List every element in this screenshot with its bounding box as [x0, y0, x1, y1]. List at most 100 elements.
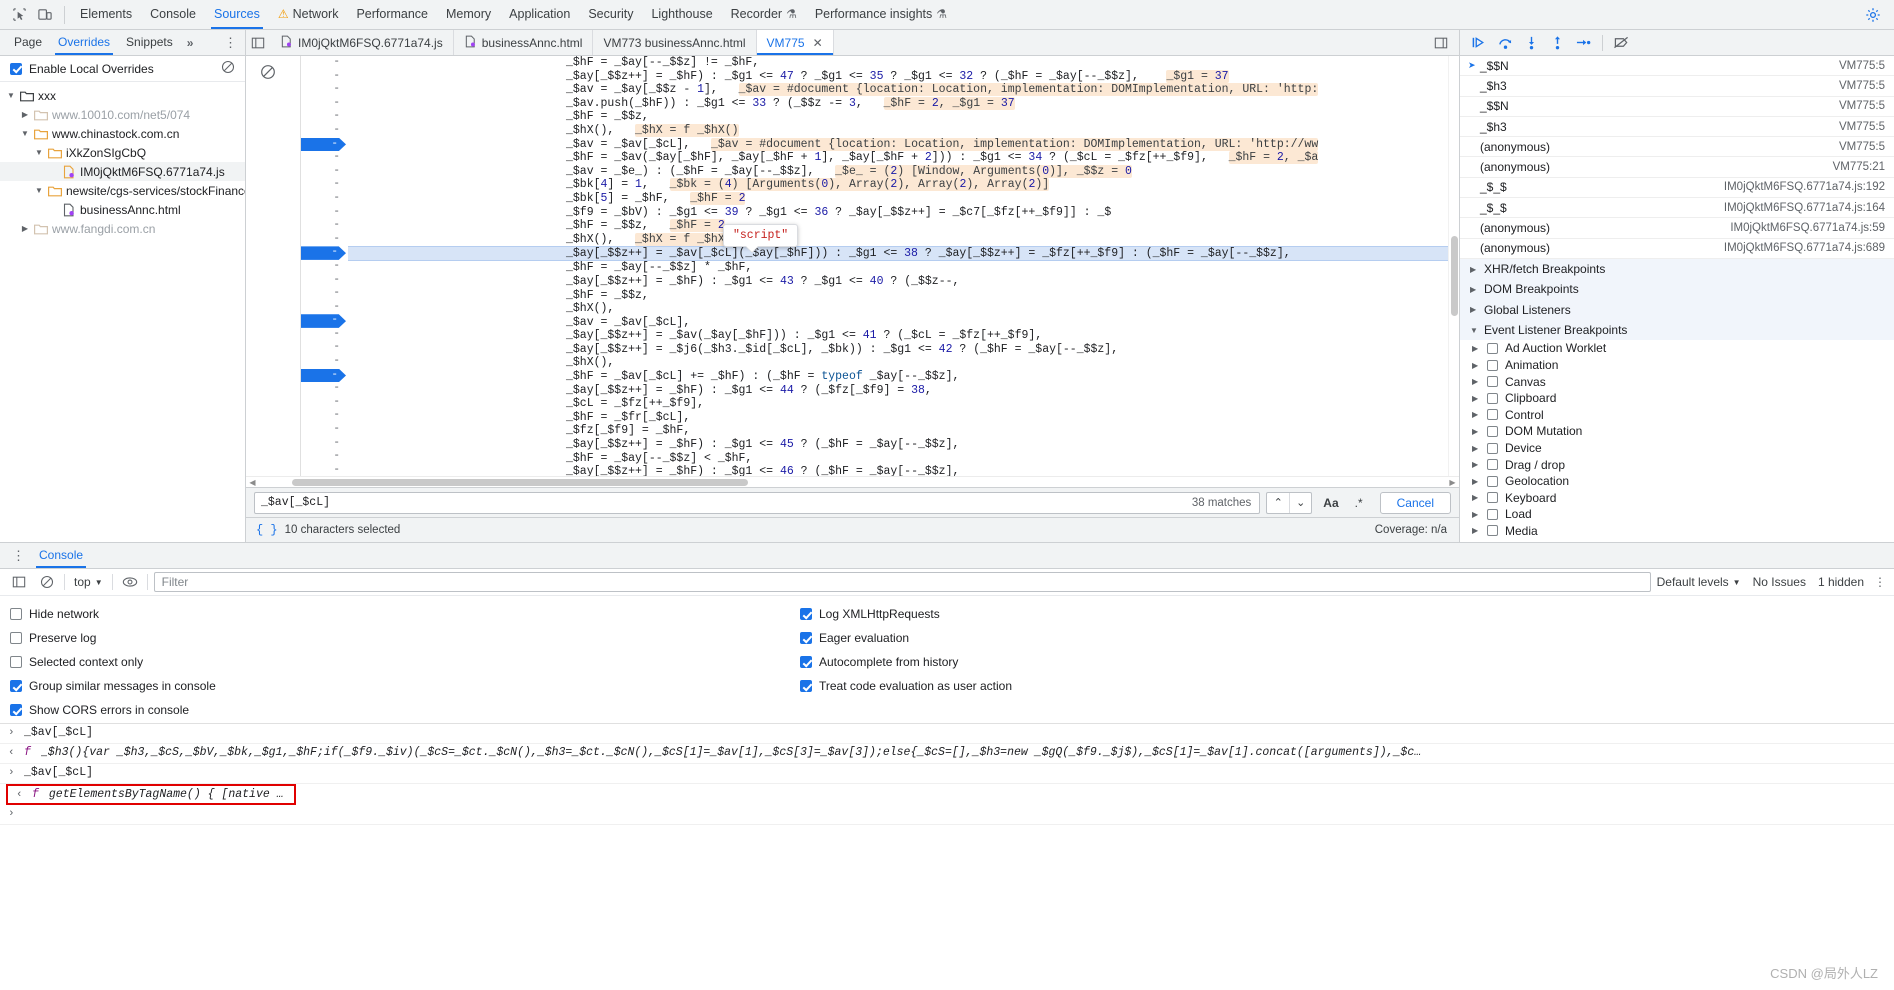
event-breakpoint-checkbox[interactable]: [1487, 525, 1498, 537]
editor-tab-0[interactable]: IM0jQktM6FSQ.6771a74.js: [270, 30, 454, 55]
chevron-right-icon[interactable]: ▶: [1472, 361, 1480, 370]
event-breakpoint-checkbox[interactable]: [1487, 492, 1498, 504]
breakpoint-marker[interactable]: -: [301, 314, 346, 328]
call-stack-location[interactable]: VM775:5: [1839, 60, 1885, 72]
console-setting-checkbox[interactable]: [800, 608, 812, 620]
code-line[interactable]: _$hF = _$fr[_$cL],: [348, 411, 1448, 425]
chevron-right-icon[interactable]: ▶: [1472, 477, 1480, 486]
step-button[interactable]: [1572, 32, 1595, 54]
event-breakpoint-checkbox[interactable]: [1487, 508, 1498, 520]
tree-item-folder[interactable]: ▶ www.10010.com/net5/074: [0, 105, 245, 124]
line-number[interactable]: -: [301, 287, 348, 301]
gear-icon[interactable]: [1860, 3, 1886, 27]
chevron-down-icon[interactable]: ▼: [1470, 326, 1478, 335]
code-line[interactable]: _$ay[_$$z++] = _$hF) : _$g1 <= 45 ? (_$h…: [348, 438, 1448, 452]
call-stack-location[interactable]: IM0jQktM6FSQ.6771a74.js:192: [1724, 181, 1885, 193]
debugger-section-xhr-fetch-breakpoints[interactable]: ▶ XHR/fetch Breakpoints: [1460, 258, 1894, 280]
format-braces-icon[interactable]: { }: [256, 523, 278, 537]
console-setting-show-cors-errors-in-console[interactable]: Show CORS errors in console: [10, 698, 216, 722]
code-line[interactable]: _$hX(),: [348, 302, 1448, 316]
code-line[interactable]: _$hF = _$$z, _$hF = 2: [348, 219, 1448, 233]
hscrollbar-thumb[interactable]: [292, 479, 748, 486]
navigator-kebab-menu[interactable]: ⋮: [224, 35, 237, 51]
call-stack-row[interactable]: _$h3 VM775:5: [1460, 117, 1894, 138]
code-line[interactable]: _$hF = _$ay[--_$$z] * _$hF,: [348, 261, 1448, 275]
event-breakpoint-checkbox[interactable]: [1487, 442, 1498, 454]
console-setting-autocomplete-from-history[interactable]: Autocomplete from history: [800, 650, 1012, 674]
event-listener-breakpoint-device[interactable]: ▶ Device: [1460, 440, 1894, 457]
chevron-right-icon[interactable]: ▶: [1472, 377, 1480, 386]
event-breakpoint-checkbox[interactable]: [1487, 425, 1498, 437]
panel-tab-memory[interactable]: Memory: [437, 0, 500, 29]
tree-item-folder[interactable]: ▼ www.chinastock.com.cn: [0, 124, 245, 143]
step-into-button[interactable]: [1520, 32, 1543, 54]
call-stack-location[interactable]: IM0jQktM6FSQ.6771a74.js:59: [1730, 222, 1885, 234]
drawer-kebab-menu[interactable]: ⋮: [6, 548, 31, 564]
console-setting-checkbox[interactable]: [800, 680, 812, 692]
console-hidden-count[interactable]: 1 hidden: [1818, 575, 1868, 589]
find-cancel-button[interactable]: Cancel: [1379, 491, 1451, 514]
live-expression-icon[interactable]: [119, 571, 141, 593]
console-message[interactable]: ‹ f _$h3(){var _$h3,_$cS,_$bV,_$bk,_$g1,_$…: [0, 744, 1894, 764]
code-line[interactable]: _$ay[_$$z++] = _$j6(_$h3._$id[_$cL], _$b…: [348, 343, 1448, 357]
find-match-case-button[interactable]: Aa: [1318, 496, 1343, 510]
line-number[interactable]: -: [301, 464, 348, 476]
breakpoint-marker[interactable]: -: [301, 137, 346, 152]
chevron-right-icon[interactable]: ▶: [1472, 460, 1480, 469]
code-line[interactable]: _$ay[_$$z++] = _$hF) : _$g1 <= 43 ? _$g1…: [348, 275, 1448, 289]
step-over-button[interactable]: [1494, 32, 1517, 54]
tree-item-folder[interactable]: ▼ newsite/cgs-services/stockFinance: [0, 181, 245, 200]
code-content[interactable]: _$hF = _$ay[--_$$z] != _$hF, _$ay[_$$z++]…: [348, 56, 1448, 476]
event-breakpoint-checkbox[interactable]: [1487, 475, 1498, 487]
navigator-tab-page[interactable]: Page: [6, 30, 50, 55]
panel-tab-performance-insights[interactable]: Performance insights ⚗: [806, 0, 956, 29]
editor-vertical-scrollbar[interactable]: [1448, 56, 1459, 476]
line-number[interactable]: -: [301, 70, 348, 84]
line-number[interactable]: -: [301, 56, 348, 70]
tree-item-file[interactable]: ▶IM0jQktM6FSQ.6771a74.js: [0, 162, 245, 181]
clear-overrides-icon[interactable]: [221, 60, 235, 77]
find-regex-button[interactable]: .*: [1350, 496, 1368, 510]
call-stack-location[interactable]: IM0jQktM6FSQ.6771a74.js:689: [1724, 242, 1885, 254]
breakpoint-marker[interactable]: -: [301, 368, 346, 383]
chevron-down-icon[interactable]: ▼: [6, 91, 16, 100]
code-line[interactable]: _$hX(), _$hX = f _$hX(): [348, 232, 1448, 247]
chevron-right-icon[interactable]: ▶: [1472, 510, 1480, 519]
chevron-right-icon[interactable]: ▶: [1470, 265, 1478, 274]
code-line[interactable]: _$ay[_$$z++] = _$av[_$cL](_$ay[_$hF])) :…: [348, 246, 1448, 262]
panel-tab-network[interactable]: ⚠ Network: [269, 0, 348, 29]
chevron-down-icon[interactable]: ▼: [34, 148, 44, 157]
code-line[interactable]: _$ay[_$$z++] = _$hF) : _$g1 <= 46 ? (_$h…: [348, 465, 1448, 476]
code-line[interactable]: _$f9 = _$bV) : _$g1 <= 39 ? _$g1 <= 36 ?…: [348, 206, 1448, 220]
call-stack-row[interactable]: (anonymous) IM0jQktM6FSQ.6771a74.js:59: [1460, 218, 1894, 239]
line-number[interactable]: -: [301, 192, 348, 206]
event-listener-breakpoint-ad-auction-worklet[interactable]: ▶ Ad Auction Worklet: [1460, 340, 1894, 357]
code-line[interactable]: _$hF = _$ay[--_$$z] != _$hF,: [348, 56, 1448, 70]
scrollbar-thumb[interactable]: [1451, 236, 1458, 316]
code-line[interactable]: _$hF = _$av(_$ay[_$hF], _$ay[_$hF + 1], …: [348, 151, 1448, 165]
event-breakpoint-checkbox[interactable]: [1487, 409, 1498, 421]
editor-tab-3[interactable]: VM775 ✕: [756, 30, 834, 55]
console-setting-checkbox[interactable]: [10, 680, 22, 692]
debugger-section-dom-breakpoints[interactable]: ▶ DOM Breakpoints: [1460, 279, 1894, 300]
console-message[interactable]: › _$av[_$cL]: [0, 724, 1894, 744]
deactivate-breakpoints-button[interactable]: [1610, 32, 1633, 54]
find-input[interactable]: _$av[_$cL] 38 matches: [254, 491, 1261, 514]
line-number[interactable]: -: [301, 165, 348, 179]
panel-tab-security[interactable]: Security: [579, 0, 642, 29]
debugger-section-global-listeners[interactable]: ▶ Global Listeners: [1460, 299, 1894, 320]
call-stack-location[interactable]: VM775:5: [1839, 100, 1885, 112]
panel-tab-application[interactable]: Application: [500, 0, 579, 29]
console-setting-checkbox[interactable]: [800, 632, 812, 644]
console-log-levels-dropdown[interactable]: Default levels ▼: [1657, 575, 1741, 589]
event-listener-breakpoint-drag-drop[interactable]: ▶ Drag / drop: [1460, 456, 1894, 473]
code-line[interactable]: _$fz[_$f9] = _$hF,: [348, 424, 1448, 438]
call-stack-row[interactable]: (anonymous) IM0jQktM6FSQ.6771a74.js:689: [1460, 239, 1894, 259]
line-number[interactable]: -: [301, 151, 348, 165]
call-stack-row[interactable]: (anonymous) VM775:5: [1460, 137, 1894, 158]
line-number[interactable]: -: [301, 83, 348, 97]
code-line[interactable]: _$hF = _$$z,: [348, 289, 1448, 303]
scroll-left-arrow[interactable]: ◀: [246, 478, 259, 487]
call-stack-row[interactable]: (anonymous) VM775:21: [1460, 157, 1894, 178]
panel-tab-console[interactable]: Console: [141, 0, 205, 29]
